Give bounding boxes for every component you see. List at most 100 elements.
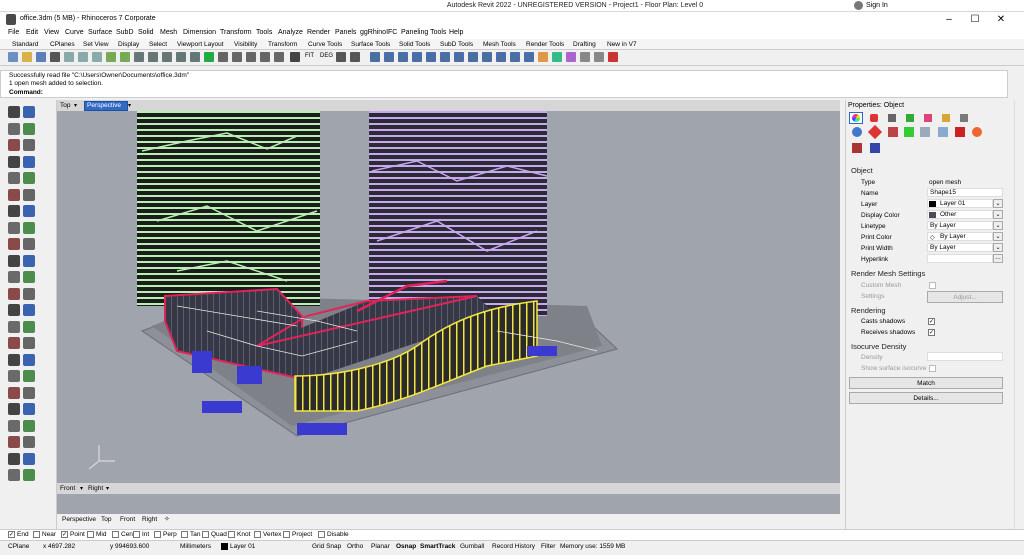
mirror-icon[interactable] — [8, 370, 20, 382]
boolean-union-icon[interactable] — [384, 52, 394, 62]
display-color-dropdown[interactable]: Other — [927, 210, 993, 219]
print-icon[interactable] — [50, 52, 60, 62]
toggle-osnap[interactable]: Osnap — [396, 543, 416, 550]
lights-icon[interactable] — [580, 52, 590, 62]
open-file-icon[interactable] — [22, 52, 32, 62]
print-color-dropdown[interactable]: By Layer — [927, 232, 993, 241]
zoom-window-icon[interactable] — [162, 52, 172, 62]
render-tool-icon[interactable] — [23, 469, 35, 481]
group-icon[interactable] — [496, 52, 506, 62]
cylinder-icon[interactable] — [870, 143, 880, 153]
annotation-icon[interactable] — [8, 452, 20, 465]
hyperlink-field[interactable] — [927, 254, 993, 263]
fillet-icon[interactable] — [426, 52, 436, 62]
texture-icon[interactable] — [906, 114, 914, 122]
boolean-icon[interactable] — [8, 287, 20, 300]
split-tool-icon[interactable] — [23, 386, 35, 399]
tab-display[interactable]: Display — [118, 41, 139, 48]
osnap-disable-checkbox[interactable] — [318, 531, 325, 538]
polygon-icon[interactable] — [23, 172, 35, 184]
properties-icon[interactable] — [232, 52, 242, 62]
chevron-down-icon[interactable]: ⌄ — [993, 199, 1003, 208]
rotate-view-icon[interactable] — [134, 52, 144, 62]
decal-icon[interactable] — [924, 114, 932, 122]
select-all-icon[interactable] — [246, 52, 256, 62]
environment-sphere-icon[interactable] — [938, 127, 948, 137]
pan-icon[interactable] — [120, 52, 130, 62]
tab-subd-tools[interactable]: SubD Tools — [440, 41, 473, 48]
environment-icon[interactable] — [566, 52, 576, 62]
tab-render-tools[interactable]: Render Tools — [526, 41, 564, 48]
chevron-down-icon[interactable]: ⌄ — [993, 243, 1003, 252]
options-icon[interactable] — [594, 52, 604, 62]
text-icon[interactable] — [8, 188, 20, 201]
density-input[interactable] — [927, 352, 1003, 361]
osnap-tan-checkbox[interactable] — [181, 531, 188, 538]
save-file-icon[interactable] — [36, 52, 46, 62]
move-icon[interactable] — [8, 337, 20, 349]
close-button[interactable]: ✕ — [988, 13, 1014, 27]
osnap-perp-checkbox[interactable] — [154, 531, 161, 538]
rotate-icon[interactable] — [8, 353, 20, 366]
toggle-ortho[interactable]: Ortho — [347, 543, 363, 550]
vp-tab-top[interactable]: Top — [101, 516, 111, 523]
sweep-icon[interactable] — [23, 221, 35, 234]
zoom-selected-icon[interactable] — [190, 52, 200, 62]
chevron-down-icon[interactable]: ⌄ — [993, 210, 1003, 219]
cylinder-icon[interactable] — [8, 271, 20, 283]
line-icon[interactable] — [23, 122, 35, 135]
explode-icon[interactable] — [468, 52, 478, 62]
details-button[interactable]: Details... — [849, 392, 1003, 404]
menu-surface[interactable]: Surface — [88, 29, 112, 36]
hatch-icon[interactable] — [23, 452, 35, 465]
extrude-icon[interactable] — [412, 52, 422, 62]
explode-tool-icon[interactable] — [23, 403, 35, 415]
front-right-viewports[interactable] — [57, 494, 840, 514]
dimension-icon[interactable] — [8, 436, 20, 448]
menu-transform[interactable]: Transform — [220, 29, 252, 36]
current-layer[interactable]: Layer 01 — [230, 543, 255, 550]
viewport-label-top[interactable]: Top — [60, 102, 70, 109]
arc-icon[interactable] — [23, 139, 35, 151]
chevron-down-icon[interactable]: ▾ — [80, 485, 83, 492]
menu-dimension[interactable]: Dimension — [183, 29, 216, 36]
cplane-label[interactable]: CPlane — [8, 543, 29, 550]
menu-panels[interactable]: Panels — [335, 29, 356, 36]
copy-icon[interactable] — [78, 52, 88, 62]
extrude-surface-icon[interactable] — [23, 205, 35, 217]
add-viewport-icon[interactable]: ✧ — [164, 515, 170, 523]
toggle-grid-snap[interactable]: Grid Snap — [312, 543, 341, 550]
glass-icon[interactable] — [920, 127, 930, 137]
menu-render[interactable]: Render — [307, 29, 330, 36]
align-icon[interactable] — [23, 419, 35, 432]
tab-solid-tools[interactable]: Solid Tools — [399, 41, 430, 48]
layer-dropdown[interactable]: Layer 01 — [927, 199, 993, 208]
fillet-edge-icon[interactable] — [8, 320, 20, 333]
sphere-icon[interactable] — [852, 127, 862, 137]
red-box-icon[interactable] — [955, 127, 965, 137]
box-icon[interactable] — [8, 254, 20, 267]
chevron-down-icon[interactable]: ▾ — [106, 485, 109, 492]
folder-icon[interactable] — [942, 114, 950, 122]
light-icon[interactable] — [888, 114, 896, 122]
menu-help[interactable]: Help — [449, 29, 463, 36]
select-arrow-icon[interactable] — [8, 106, 20, 118]
join-tool-icon[interactable] — [8, 403, 20, 415]
network-icon[interactable] — [23, 238, 35, 250]
units-label[interactable]: Millimeters — [180, 543, 211, 550]
loft-icon[interactable] — [8, 238, 20, 250]
boolean-difference-icon[interactable] — [398, 52, 408, 62]
chamfer-icon[interactable] — [23, 320, 35, 333]
chevron-down-icon[interactable]: ⌄ — [993, 232, 1003, 241]
point-icon[interactable] — [23, 106, 35, 118]
chevron-down-icon[interactable]: ⌄ — [993, 221, 1003, 230]
sign-in-link[interactable]: Sign In — [866, 2, 888, 9]
match-button[interactable]: Match — [849, 377, 1003, 389]
tab-mesh-tools[interactable]: Mesh Tools — [483, 41, 516, 48]
receives-shadows-checkbox[interactable]: ✓ — [928, 329, 935, 336]
custom-mesh-checkbox[interactable] — [929, 282, 936, 289]
menu-curve[interactable]: Curve — [65, 29, 84, 36]
chevron-down-icon[interactable]: ▾ — [128, 102, 131, 109]
menu-tools[interactable]: Tools — [256, 29, 272, 36]
copy-icon[interactable] — [23, 337, 35, 349]
